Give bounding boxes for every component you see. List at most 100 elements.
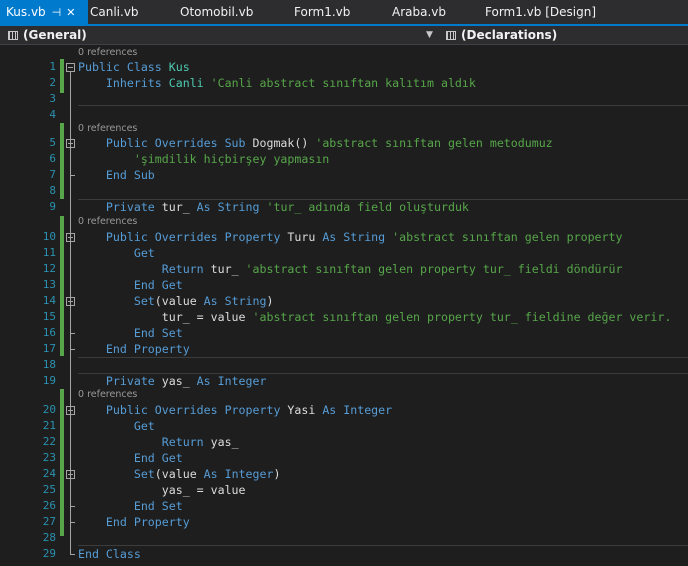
line-number: 7 [49, 168, 56, 181]
line-number: 16 [42, 326, 56, 339]
keyword-token: End Set [133, 326, 183, 340]
line-number: 27 [42, 515, 56, 528]
code-token: (value [154, 294, 204, 308]
code-line[interactable]: Set(value As Integer) [78, 466, 281, 482]
outline-end-tick [70, 522, 75, 523]
line-number: 11 [42, 246, 56, 259]
outline-line [70, 306, 71, 333]
code-token: yas_ = value [78, 483, 246, 497]
line-number: 13 [42, 278, 56, 291]
code-line[interactable]: End Get [78, 450, 183, 466]
chevron-down-icon[interactable]: ▼ [426, 26, 433, 44]
keyword-token: Inherits [105, 76, 169, 90]
code-line[interactable]: Set(value As String) [78, 293, 274, 309]
line-number: 5 [49, 136, 56, 149]
line-number: 4 [49, 108, 56, 121]
type-dropdown[interactable]: (General) [8, 26, 436, 44]
keyword-token: End Get [133, 451, 183, 465]
codelens-references[interactable]: 0 references [78, 47, 137, 59]
keyword-token: As String [322, 230, 393, 244]
code-line[interactable]: yas_ = value [78, 482, 246, 498]
codelens-references[interactable]: 0 references [78, 216, 137, 228]
line-number: 1 [49, 60, 56, 73]
close-icon[interactable]: ✕ [66, 0, 75, 25]
procedure-separator [78, 545, 688, 546]
line-number: 10 [42, 230, 56, 243]
codelens-references[interactable]: 0 references [78, 389, 137, 401]
line-number: 20 [42, 403, 56, 416]
line-number: 21 [42, 419, 56, 432]
tab-label: Araba.vb [392, 5, 446, 19]
member-dropdown[interactable]: (Declarations) [446, 26, 686, 44]
member-nav-icon [446, 31, 456, 40]
line-number: 22 [42, 435, 56, 448]
line-number: 28 [42, 531, 56, 544]
code-line[interactable]: Return yas_ [78, 434, 239, 450]
tab-label: Form1.vb [294, 5, 351, 19]
code-token: Turu [287, 230, 323, 244]
tab-label: Kus.vb [6, 5, 46, 19]
navigation-bar: (General) ▼ (Declarations) [0, 26, 688, 45]
code-line[interactable]: End Property [78, 514, 190, 530]
code-line[interactable]: tur_ = value 'abstract sınıftan gelen pr… [78, 309, 672, 325]
code-token: yas_ [161, 374, 197, 388]
codelens-references[interactable]: 0 references [78, 123, 137, 135]
document-tab-strip: Kus.vb ⊣ ✕ Canli.vb Otomobil.vb Form1.vb A… [0, 0, 688, 24]
line-number: 17 [42, 342, 56, 355]
code-line[interactable]: Get [78, 418, 155, 434]
code-line[interactable]: Public Overrides Sub Dogmak() 'abstract … [78, 135, 553, 151]
line-number: 25 [42, 483, 56, 496]
code-line[interactable]: End Set [78, 325, 183, 341]
line-number: 24 [42, 467, 56, 480]
tab-form1-vb[interactable]: Form1.vb [288, 0, 350, 24]
outline-line [70, 479, 71, 506]
code-token: Dogmak() [252, 136, 316, 150]
tab-kus-vb[interactable]: Kus.vb ⊣ ✕ [0, 0, 88, 24]
line-number: 29 [42, 547, 56, 560]
line-number: 2 [49, 76, 56, 89]
keyword-token: As Integer [322, 403, 393, 417]
pin-icon[interactable]: ⊣ [52, 0, 62, 25]
code-line[interactable]: End Get [78, 277, 183, 293]
code-token: ) [266, 294, 274, 308]
keyword-token: Private [105, 374, 162, 388]
outline-end-tick [70, 349, 75, 350]
keyword-token: As Integer [203, 467, 274, 481]
tab-araba-vb[interactable]: Araba.vb [386, 0, 446, 24]
code-line[interactable]: Get [78, 245, 155, 261]
code-line[interactable]: Inherits Canli 'Canli abstract sınıftan … [78, 75, 476, 91]
code-line[interactable]: End Class [78, 546, 141, 562]
code-editor[interactable]: 0 references 0 references 0 references 0 re… [0, 45, 688, 566]
code-line[interactable]: Public Overrides Property Turu As String… [78, 229, 623, 245]
code-line[interactable]: End Set [78, 498, 183, 514]
outline-end-tick [70, 333, 75, 334]
procedure-separator [78, 105, 688, 106]
code-line[interactable]: End Sub [78, 167, 155, 183]
code-line[interactable]: Private tur_ As String 'tur_ adında fiel… [78, 199, 469, 215]
line-number: 19 [42, 374, 56, 387]
code-line[interactable]: 'şimdilik hiçbirşey yapmasın [78, 151, 329, 167]
keyword-token: End Property [105, 515, 190, 529]
code-line[interactable]: Public Class Kus [78, 59, 190, 75]
outline-end-tick [70, 175, 75, 176]
collapse-icon[interactable] [66, 63, 75, 72]
code-line[interactable]: Return tur_ 'abstract sınıftan gelen pro… [78, 261, 623, 277]
tab-form1-design[interactable]: Form1.vb [Design] [479, 0, 596, 24]
change-marker [60, 59, 64, 93]
type-dropdown-value: (General) [23, 28, 87, 42]
line-number: 18 [42, 358, 56, 371]
code-line[interactable]: End Property [78, 341, 190, 357]
code-token: yas_ [210, 435, 239, 449]
code-line[interactable]: Private yas_ As Integer [78, 373, 267, 389]
tab-canli-vb[interactable]: Canli.vb [84, 0, 139, 24]
code-line[interactable]: Public Overrides Property Yasi As Intege… [78, 402, 392, 418]
tab-otomobil-vb[interactable]: Otomobil.vb [174, 0, 253, 24]
keyword-token: End Set [133, 499, 183, 513]
